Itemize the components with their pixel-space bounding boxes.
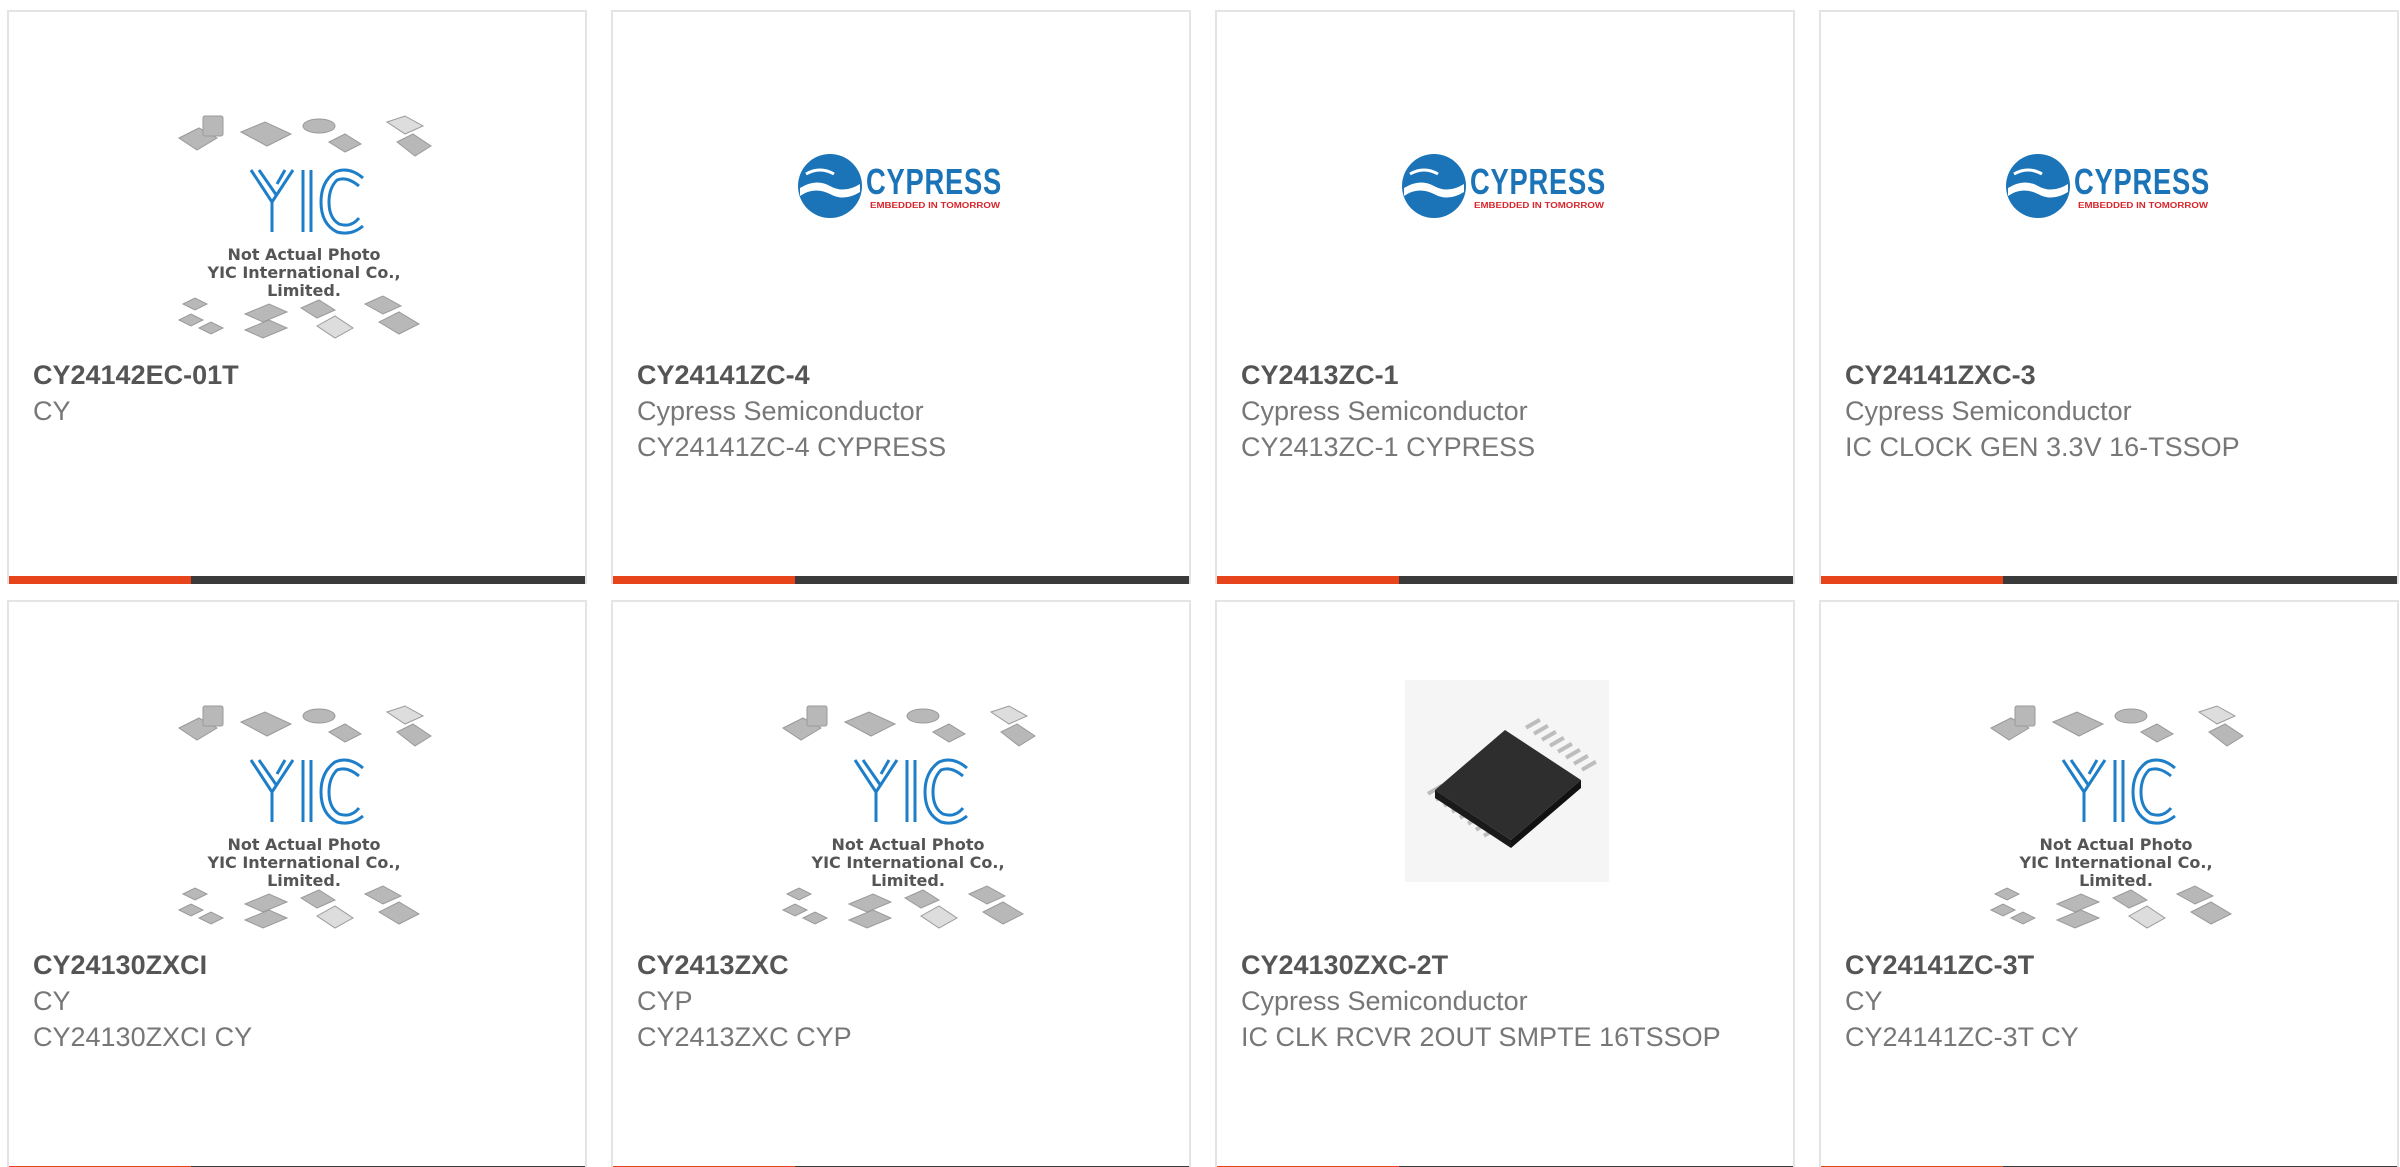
product-image[interactable]: Not Actual Photo YIC International Co., …: [169, 108, 439, 350]
placeholder-line1: Not Actual Photo: [227, 835, 381, 854]
card-accent-bar: [613, 576, 795, 584]
manufacturer: CY: [33, 396, 71, 426]
card-bottom-bar: [1217, 576, 1793, 584]
part-number-link[interactable]: CY24130ZXC-2T: [1241, 947, 1769, 983]
yic-logo-icon: [177, 705, 432, 929]
product-card[interactable]: CYPRESS EMBEDDED IN TOMORROW CY2413ZC-1 …: [1215, 10, 1795, 584]
product-image[interactable]: Not Actual Photo YIC International Co., …: [1981, 698, 2251, 940]
placeholder-line2: YIC International Co., Limited.: [811, 853, 1005, 890]
description: CY24141ZC-3T CY: [1845, 1022, 2079, 1052]
part-number-link[interactable]: CY24130ZXCI: [33, 947, 561, 983]
product-image-area: CYPRESS EMBEDDED IN TOMORROW: [613, 12, 1189, 352]
tssop-chip-icon: [1405, 680, 1609, 882]
svg-text:CYPRESS: CYPRESS: [1470, 161, 1606, 202]
card-bottom-bar: [1821, 576, 2397, 584]
placeholder-line2: YIC International Co., Limited.: [2019, 853, 2213, 890]
description: CY2413ZC-1 CYPRESS: [1241, 432, 1536, 462]
part-number-link[interactable]: CY24142EC-01T: [33, 357, 561, 393]
part-number-link[interactable]: CY2413ZXC: [637, 947, 1165, 983]
product-image-area: Not Actual Photo YIC International Co., …: [9, 602, 585, 942]
product-image[interactable]: CYPRESS EMBEDDED IN TOMORROW: [1400, 152, 1610, 222]
manufacturer: Cypress Semiconductor: [1241, 396, 1528, 426]
part-number-link[interactable]: CY24141ZC-4: [637, 357, 1165, 393]
product-card[interactable]: Not Actual Photo YIC International Co., …: [7, 10, 587, 584]
product-image[interactable]: [1405, 680, 1609, 882]
product-info: CY2413ZC-1 Cypress Semiconductor CY2413Z…: [1241, 357, 1769, 465]
manufacturer: Cypress Semiconductor: [637, 396, 924, 426]
cypress-logo-icon: CYPRESS EMBEDDED IN TOMORROW: [798, 154, 1002, 218]
manufacturer: Cypress Semiconductor: [1241, 986, 1528, 1016]
product-info: CY24141ZC-3T CY CY24141ZC-3T CY: [1845, 947, 2373, 1055]
description: CY2413ZXC CYP: [637, 1022, 852, 1052]
product-image-area: Not Actual Photo YIC International Co., …: [9, 12, 585, 352]
product-image[interactable]: CYPRESS EMBEDDED IN TOMORROW: [2004, 152, 2214, 222]
svg-text:EMBEDDED IN TOMORROW: EMBEDDED IN TOMORROW: [2078, 201, 2209, 210]
description: IC CLK RCVR 2OUT SMPTE 16TSSOP: [1241, 1022, 1721, 1052]
manufacturer: CY: [33, 986, 71, 1016]
manufacturer: CY: [1845, 986, 1883, 1016]
yic-logo-icon: [177, 115, 432, 339]
product-image-area: CYPRESS EMBEDDED IN TOMORROW: [1821, 12, 2397, 352]
placeholder-line1: Not Actual Photo: [227, 245, 381, 264]
cypress-logo-icon: CYPRESS EMBEDDED IN TOMORROW: [2006, 154, 2210, 218]
product-image[interactable]: CYPRESS EMBEDDED IN TOMORROW: [796, 152, 1006, 222]
svg-text:CYPRESS: CYPRESS: [2074, 161, 2210, 202]
product-image-area: CYPRESS EMBEDDED IN TOMORROW: [1217, 12, 1793, 352]
yic-logo-icon: [781, 705, 1036, 929]
product-card[interactable]: CY24130ZXC-2T Cypress Semiconductor IC C…: [1215, 600, 1795, 1167]
product-card[interactable]: CYPRESS EMBEDDED IN TOMORROW CY24141ZC-4…: [611, 10, 1191, 584]
product-card[interactable]: Not Actual Photo YIC International Co., …: [7, 600, 587, 1167]
product-image[interactable]: Not Actual Photo YIC International Co., …: [773, 698, 1043, 940]
svg-text:CYPRESS: CYPRESS: [866, 161, 1002, 202]
product-image[interactable]: Not Actual Photo YIC International Co., …: [169, 698, 439, 940]
product-info: CY24141ZC-4 Cypress Semiconductor CY2414…: [637, 357, 1165, 465]
description: CY24141ZC-4 CYPRESS: [637, 432, 947, 462]
svg-text:EMBEDDED IN TOMORROW: EMBEDDED IN TOMORROW: [1474, 201, 1605, 210]
manufacturer: Cypress Semiconductor: [1845, 396, 2132, 426]
placeholder-line2: YIC International Co., Limited.: [207, 853, 401, 890]
product-info: CY2413ZXC CYP CY2413ZXC CYP: [637, 947, 1165, 1055]
product-info: CY24141ZXC-3 Cypress Semiconductor IC CL…: [1845, 357, 2373, 465]
description: CY24130ZXCI CY: [33, 1022, 253, 1052]
product-info: CY24130ZXCI CY CY24130ZXCI CY: [33, 947, 561, 1055]
part-number-link[interactable]: CY24141ZC-3T: [1845, 947, 2373, 983]
card-accent-bar: [1821, 576, 2003, 584]
cypress-logo-icon: CYPRESS EMBEDDED IN TOMORROW: [1402, 154, 1606, 218]
manufacturer: CYP: [637, 986, 693, 1016]
product-card[interactable]: CYPRESS EMBEDDED IN TOMORROW CY24141ZXC-…: [1819, 10, 2399, 584]
placeholder-line1: Not Actual Photo: [2039, 835, 2193, 854]
description: IC CLOCK GEN 3.3V 16-TSSOP: [1845, 432, 2240, 462]
product-card[interactable]: Not Actual Photo YIC International Co., …: [1819, 600, 2399, 1167]
product-grid: Not Actual Photo YIC International Co., …: [0, 0, 2400, 1167]
product-card[interactable]: Not Actual Photo YIC International Co., …: [611, 600, 1191, 1167]
product-info: CY24142EC-01T CY: [33, 357, 561, 429]
part-number-link[interactable]: CY2413ZC-1: [1241, 357, 1769, 393]
product-image-area: Not Actual Photo YIC International Co., …: [613, 602, 1189, 942]
card-bottom-bar: [9, 576, 585, 584]
card-bottom-bar: [613, 576, 1189, 584]
product-info: CY24130ZXC-2T Cypress Semiconductor IC C…: [1241, 947, 1769, 1055]
card-accent-bar: [9, 576, 191, 584]
svg-text:EMBEDDED IN TOMORROW: EMBEDDED IN TOMORROW: [870, 201, 1001, 210]
yic-logo-icon: [1989, 705, 2244, 929]
part-number-link[interactable]: CY24141ZXC-3: [1845, 357, 2373, 393]
placeholder-line2: YIC International Co., Limited.: [207, 263, 401, 300]
product-image-area: Not Actual Photo YIC International Co., …: [1821, 602, 2397, 942]
placeholder-line1: Not Actual Photo: [831, 835, 985, 854]
product-image-area: [1217, 602, 1793, 942]
card-accent-bar: [1217, 576, 1399, 584]
